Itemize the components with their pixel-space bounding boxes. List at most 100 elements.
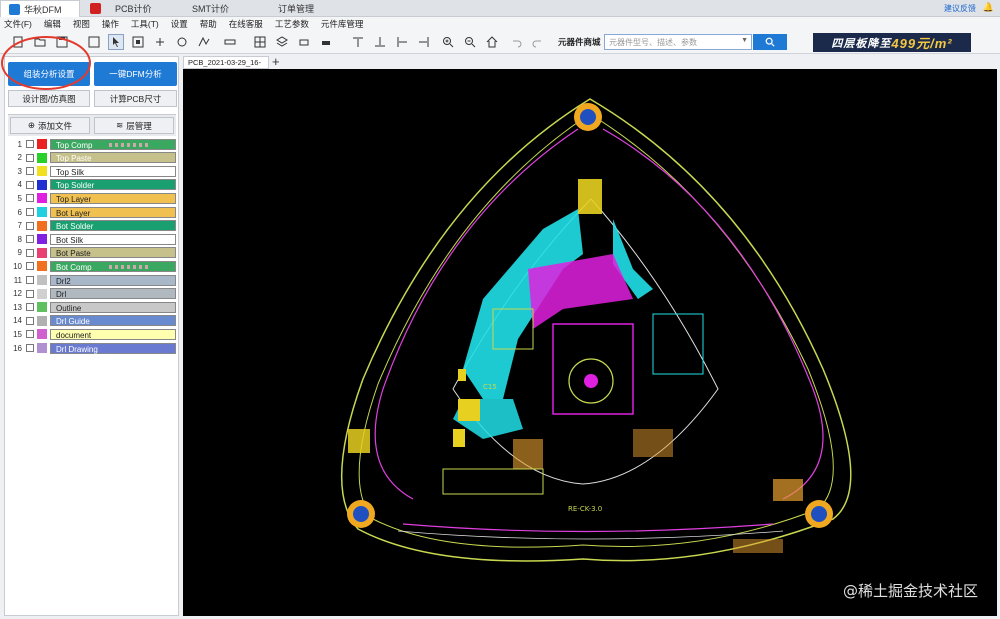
layer-color-swatch[interactable] xyxy=(37,261,47,272)
layer-visibility-checkbox[interactable] xyxy=(26,140,34,148)
align-left-icon[interactable] xyxy=(394,34,410,50)
layer-row[interactable]: 7 Bot Solder xyxy=(12,220,176,232)
move-icon[interactable] xyxy=(152,34,168,50)
layer-visibility-checkbox[interactable] xyxy=(26,235,34,244)
layer-visibility-checkbox[interactable] xyxy=(26,289,34,298)
layer-row[interactable]: 9 Bot Paste xyxy=(12,247,176,259)
layer-row[interactable]: 16 Drl Drawing xyxy=(12,342,176,354)
search-button[interactable] xyxy=(753,34,787,50)
menu-component-library[interactable]: 元件库管理 xyxy=(321,18,364,30)
menu-tools[interactable]: 工具(T) xyxy=(131,18,159,30)
layer-name[interactable]: Top Comp xyxy=(50,138,176,150)
layer-visibility-checkbox[interactable] xyxy=(26,167,34,176)
layer-color-swatch[interactable] xyxy=(37,139,47,149)
layer-name[interactable]: Top Solder xyxy=(50,179,176,191)
menu-help[interactable]: 帮助 xyxy=(200,18,217,30)
design-sim-button[interactable]: 设计图/仿真图 xyxy=(8,90,90,107)
layer-row[interactable]: 5 Top Layer xyxy=(12,192,176,204)
layer-row[interactable]: 8 Bot Silk xyxy=(12,233,176,245)
layer-visibility-checkbox[interactable] xyxy=(26,316,34,325)
layer-name[interactable]: Drl Drawing xyxy=(50,342,176,354)
layer-row[interactable]: 13 Outline xyxy=(12,301,176,313)
grid-icon[interactable] xyxy=(252,34,268,50)
layer-color-swatch[interactable] xyxy=(37,152,47,163)
layer-visibility-checkbox[interactable] xyxy=(26,221,34,230)
layer-name[interactable]: Bot Layer xyxy=(50,206,176,218)
align-bottom-icon[interactable] xyxy=(372,34,388,50)
menu-settings[interactable]: 设置 xyxy=(171,18,188,30)
calc-pcb-size-button[interactable]: 计算PCB尺寸 xyxy=(94,90,177,107)
layer-row[interactable]: 2 Top Paste xyxy=(12,152,176,164)
layer-row[interactable]: 14 Drl Guide xyxy=(12,315,176,327)
layer-color-swatch[interactable] xyxy=(37,207,47,217)
one-click-dfm-button[interactable]: 一键DFM分析 xyxy=(94,62,177,86)
layers-icon[interactable] xyxy=(274,34,290,50)
layer-row[interactable]: 10 Bot Comp xyxy=(12,260,176,272)
menu-online-service[interactable]: 在线客服 xyxy=(229,18,263,30)
layer-visibility-checkbox[interactable] xyxy=(26,180,34,189)
layer-color-swatch[interactable] xyxy=(37,193,47,204)
zoom-out-icon[interactable] xyxy=(462,34,478,50)
layer-visibility-checkbox[interactable] xyxy=(26,153,34,162)
component-search-input[interactable]: 元器件型号、描述、参数 ▼ xyxy=(604,34,752,50)
route-icon[interactable] xyxy=(196,34,212,50)
menu-edit[interactable]: 编辑 xyxy=(44,18,61,30)
layer-row[interactable]: 15 document xyxy=(12,328,176,340)
menu-operate[interactable]: 操作 xyxy=(102,18,119,30)
select-box-icon[interactable] xyxy=(86,34,102,50)
rotate-icon[interactable] xyxy=(174,34,190,50)
home-icon[interactable] xyxy=(484,34,500,50)
layer-name[interactable]: Bot Comp xyxy=(50,260,176,272)
layer-visibility-checkbox[interactable] xyxy=(26,344,34,352)
document-tab[interactable]: PCB_2021-03-29_16-3... xyxy=(183,56,269,76)
add-tab-icon[interactable]: + xyxy=(272,54,280,69)
chevron-down-icon[interactable]: ▼ xyxy=(741,37,748,44)
layer-row[interactable]: 12 Drl xyxy=(12,288,176,300)
layer-manage-button[interactable]: ≋ 层管理 xyxy=(94,117,174,134)
layer-row[interactable]: 6 Bot Layer xyxy=(12,206,176,218)
menu-file[interactable]: 文件(F) xyxy=(4,18,32,30)
tab-order-manage[interactable]: 订单管理 xyxy=(278,0,314,17)
menu-process-params[interactable]: 工艺参数 xyxy=(275,18,309,30)
layer-color-swatch[interactable] xyxy=(37,288,47,299)
layer-color-swatch[interactable] xyxy=(37,166,47,177)
tab-pcb-price[interactable]: PCB计价 xyxy=(90,0,152,17)
layer-name[interactable]: Bot Paste xyxy=(50,247,176,259)
zoom-in-icon[interactable] xyxy=(440,34,456,50)
menu-view[interactable]: 视图 xyxy=(73,18,90,30)
bell-icon[interactable]: 🔔 xyxy=(983,2,994,13)
layer-color-swatch[interactable] xyxy=(37,315,47,326)
feedback-link[interactable]: 建议反馈 xyxy=(944,3,976,14)
pointer-icon[interactable] xyxy=(108,34,124,50)
undo-icon[interactable] xyxy=(508,34,524,50)
zoom-box-icon[interactable] xyxy=(130,34,146,50)
promo-banner[interactable]: 四层板降至 499元/m² xyxy=(813,33,971,52)
measure-icon[interactable] xyxy=(222,34,238,50)
layer-color-swatch[interactable] xyxy=(37,329,47,340)
layer-visibility-checkbox[interactable] xyxy=(26,248,34,257)
layer-row[interactable]: 4 Top Solder xyxy=(12,179,176,191)
layer-visibility-checkbox[interactable] xyxy=(26,330,34,339)
layer-name[interactable]: document xyxy=(50,328,176,340)
layer-name[interactable]: Drl2 xyxy=(50,274,176,286)
layer-row[interactable]: 1 Top Comp xyxy=(12,138,176,150)
layer-name[interactable]: Drl Guide xyxy=(50,315,176,327)
tab-huaqiu-dfm[interactable]: 华秋DFM xyxy=(0,0,80,17)
redo-icon[interactable] xyxy=(530,34,546,50)
pad-icon[interactable] xyxy=(318,34,334,50)
layer-color-swatch[interactable] xyxy=(37,220,47,231)
layer-color-swatch[interactable] xyxy=(37,179,47,190)
layer-color-swatch[interactable] xyxy=(37,343,47,353)
layer-name[interactable]: Top Paste xyxy=(50,152,176,164)
layer-name[interactable]: Top Silk xyxy=(50,165,176,177)
layer-visibility-checkbox[interactable] xyxy=(26,303,34,312)
add-file-button[interactable]: ⊕ 添加文件 xyxy=(10,117,90,134)
layer-row[interactable]: 11 Drl2 xyxy=(12,274,176,286)
layer-color-swatch[interactable] xyxy=(37,302,47,313)
layer-name[interactable]: Bot Solder xyxy=(50,220,176,232)
tab-smt-price[interactable]: SMT计价 xyxy=(192,0,229,17)
component-icon[interactable] xyxy=(296,34,312,50)
align-top-icon[interactable] xyxy=(350,34,366,50)
layer-name[interactable]: Outline xyxy=(50,301,176,313)
layer-visibility-checkbox[interactable] xyxy=(26,208,34,216)
